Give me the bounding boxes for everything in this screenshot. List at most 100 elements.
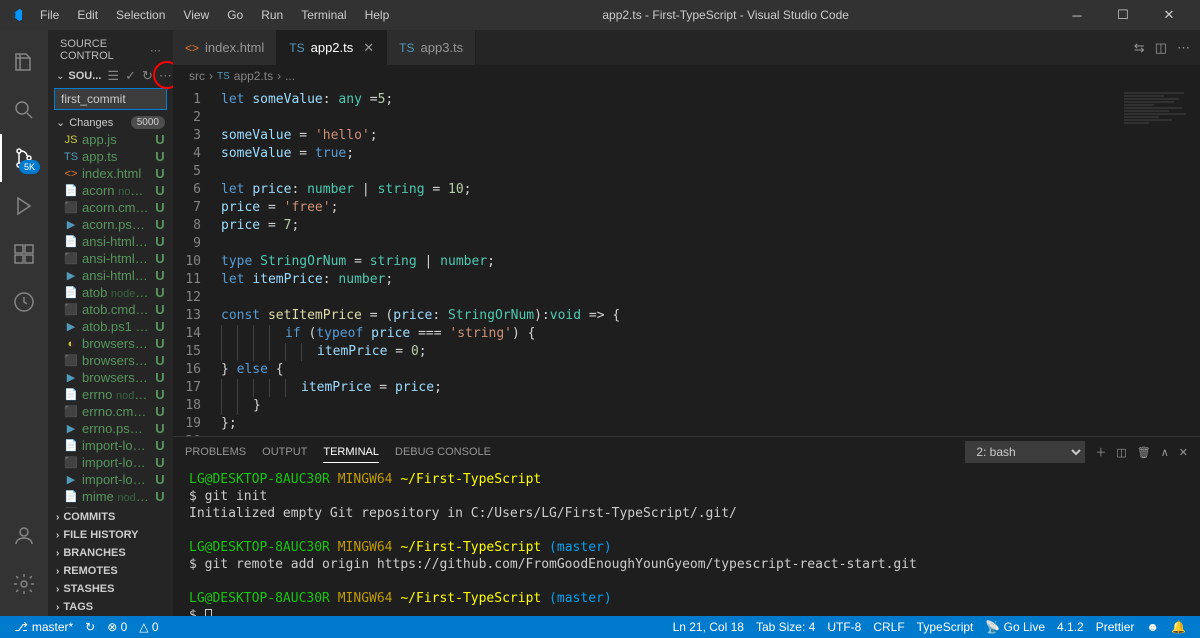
code-editor[interactable]: 123456789101112131415161718192021 let so… bbox=[173, 87, 1120, 436]
file-item[interactable]: ⬛import-local-fixt... U bbox=[48, 454, 173, 471]
breadcrumb-tail[interactable]: ... bbox=[285, 69, 295, 83]
file-item[interactable]: 📄mime node_mo...U bbox=[48, 488, 173, 505]
file-item[interactable]: ⬛atob.cmd node_...U bbox=[48, 301, 173, 318]
extensions-activity[interactable] bbox=[0, 230, 48, 278]
status-sync[interactable]: ↻ bbox=[79, 620, 101, 634]
split-icon[interactable]: ◫ bbox=[1155, 40, 1167, 56]
file-item[interactable]: 📄import-local-fixt... U bbox=[48, 437, 173, 454]
file-item[interactable]: ◐browserslist no...U bbox=[48, 335, 173, 352]
file-item[interactable]: 📄acorn node_mod...U bbox=[48, 182, 173, 199]
file-item[interactable]: ⬛ansi-html.cmd... U bbox=[48, 250, 173, 267]
commit-icon[interactable]: ✓ bbox=[125, 68, 136, 84]
menu-file[interactable]: File bbox=[32, 4, 67, 26]
status-errors[interactable]: ⊗ 0 bbox=[101, 620, 133, 634]
file-item[interactable]: ▶ansi-html.ps1 n...U bbox=[48, 267, 173, 284]
minimize-button[interactable]: ─ bbox=[1054, 0, 1100, 30]
file-item[interactable]: ▶atob.ps1 node_...U bbox=[48, 318, 173, 335]
split-terminal-icon[interactable]: ◫ bbox=[1116, 446, 1126, 459]
commit-message-field[interactable] bbox=[54, 88, 167, 110]
source-control-activity[interactable]: 5K bbox=[0, 134, 48, 182]
run-activity[interactable] bbox=[0, 182, 48, 230]
status-branch[interactable]: ⎇master* bbox=[8, 620, 79, 634]
commit-message-input[interactable] bbox=[54, 88, 167, 110]
breadcrumb-folder[interactable]: src bbox=[189, 69, 205, 83]
menu-edit[interactable]: Edit bbox=[69, 4, 106, 26]
status-item[interactable]: 4.1.2 bbox=[1051, 620, 1090, 634]
status-item[interactable]: Ln 21, Col 18 bbox=[667, 620, 750, 634]
section-commits[interactable]: ›COMMITS bbox=[48, 508, 173, 526]
trash-icon[interactable]: 🗑 bbox=[1137, 446, 1151, 459]
tab-app2-ts[interactable]: TSapp2.ts✕ bbox=[277, 30, 387, 65]
status-item[interactable]: ☻ bbox=[1140, 620, 1165, 634]
panel-tab-terminal[interactable]: TERMINAL bbox=[323, 442, 379, 463]
status-item[interactable]: Prettier bbox=[1090, 620, 1141, 634]
chevron-right-icon: › bbox=[56, 584, 59, 595]
section-remotes[interactable]: ›REMOTES bbox=[48, 562, 173, 580]
file-item[interactable]: TSapp.ts U bbox=[48, 148, 173, 165]
file-item[interactable]: 📄atob node_mod...U bbox=[48, 284, 173, 301]
file-item[interactable]: ▶acorn.ps1 node_...U bbox=[48, 216, 173, 233]
status-item[interactable]: Tab Size: 4 bbox=[750, 620, 821, 634]
panel-tab-debug-console[interactable]: DEBUG CONSOLE bbox=[395, 442, 491, 463]
code-content[interactable]: let someValue: any =5;someValue = 'hello… bbox=[213, 87, 1120, 436]
changes-header[interactable]: ⌄ Changes 5000 bbox=[48, 114, 173, 131]
file-item[interactable]: ▶import-local-fixt... U bbox=[48, 471, 173, 488]
menu-run[interactable]: Run bbox=[253, 4, 291, 26]
close-tab-icon[interactable]: ✕ bbox=[363, 40, 374, 56]
tab-app3-ts[interactable]: TSapp3.ts bbox=[387, 30, 476, 65]
accounts-activity[interactable] bbox=[0, 512, 48, 560]
maximize-button[interactable]: ☐ bbox=[1100, 0, 1146, 30]
gitlens-activity[interactable] bbox=[0, 278, 48, 326]
tab-index-html[interactable]: <>index.html bbox=[173, 30, 277, 65]
panel-tab-problems[interactable]: PROBLEMS bbox=[185, 442, 246, 463]
refresh-icon[interactable]: ↻ bbox=[142, 68, 153, 84]
explorer-activity[interactable] bbox=[0, 38, 48, 86]
status-warnings[interactable]: △ 0 bbox=[133, 620, 164, 634]
file-item[interactable]: 📄ansi-html node_...U bbox=[48, 233, 173, 250]
terminal-output[interactable]: LG@DESKTOP-8AUC30R MINGW64 ~/First-TypeS… bbox=[173, 463, 1200, 616]
close-panel-icon[interactable]: ✕ bbox=[1179, 446, 1188, 459]
minimap[interactable] bbox=[1120, 87, 1200, 436]
more-icon[interactable]: ⋯ bbox=[1177, 40, 1190, 56]
view-icon[interactable]: ☰ bbox=[107, 68, 119, 84]
file-type-icon: ▶ bbox=[64, 269, 78, 282]
file-item[interactable]: <>index.html U bbox=[48, 165, 173, 182]
menu-terminal[interactable]: Terminal bbox=[293, 4, 354, 26]
settings-activity[interactable] bbox=[0, 560, 48, 608]
breadcrumb[interactable]: src › TS app2.ts › ... bbox=[173, 65, 1200, 87]
scm-repo-header[interactable]: ⌄ SOU... ☰ ✓ ↻ ⋯ Commit bbox=[48, 66, 173, 86]
menu-selection[interactable]: Selection bbox=[108, 4, 173, 26]
section-branches[interactable]: ›BRANCHES bbox=[48, 544, 173, 562]
close-button[interactable]: ✕ bbox=[1146, 0, 1192, 30]
file-item[interactable]: ▶errno.ps1 node_...U bbox=[48, 420, 173, 437]
chevron-up-icon[interactable]: ∧ bbox=[1161, 446, 1169, 459]
sidebar-more-icon[interactable]: ⋯ bbox=[150, 44, 161, 57]
menu-go[interactable]: Go bbox=[219, 4, 251, 26]
section-file-history[interactable]: ›FILE HISTORY bbox=[48, 526, 173, 544]
panel-tab-output[interactable]: OUTPUT bbox=[262, 442, 307, 463]
status-item[interactable]: 🔔 bbox=[1165, 620, 1192, 634]
sidebar-title: SOURCE CONTROL bbox=[60, 38, 150, 62]
tab-bar-actions: ⇆ ◫ ⋯ bbox=[1124, 30, 1200, 65]
status-item[interactable]: CRLF bbox=[867, 620, 910, 634]
file-item[interactable]: ⬛errno.cmd node...U bbox=[48, 403, 173, 420]
status-item[interactable]: 📡 Go Live bbox=[979, 620, 1051, 634]
file-item[interactable]: 📄errno node_mod...U bbox=[48, 386, 173, 403]
menu-help[interactable]: Help bbox=[357, 4, 398, 26]
menu-view[interactable]: View bbox=[175, 4, 217, 26]
section-stashes[interactable]: ›STASHES bbox=[48, 580, 173, 598]
compare-icon[interactable]: ⇆ bbox=[1134, 40, 1145, 56]
file-item[interactable]: ▶browserslist.ps1... U bbox=[48, 369, 173, 386]
status-item[interactable]: TypeScript bbox=[911, 620, 980, 634]
search-activity[interactable] bbox=[0, 86, 48, 134]
status-item[interactable]: UTF-8 bbox=[821, 620, 867, 634]
file-item[interactable]: ⬛acorn.cmd node...U bbox=[48, 199, 173, 216]
section-tags[interactable]: ›TAGS bbox=[48, 598, 173, 616]
breadcrumb-file[interactable]: app2.ts bbox=[234, 69, 273, 83]
more-icon[interactable]: ⋯ bbox=[159, 68, 172, 84]
activity-bar: 5K bbox=[0, 30, 48, 616]
new-terminal-icon[interactable]: ＋ bbox=[1095, 444, 1106, 460]
terminal-select[interactable]: 2: bash bbox=[965, 441, 1085, 463]
file-item[interactable]: JSapp.js U bbox=[48, 131, 173, 148]
file-item[interactable]: ⬛browserslist.cm... U bbox=[48, 352, 173, 369]
